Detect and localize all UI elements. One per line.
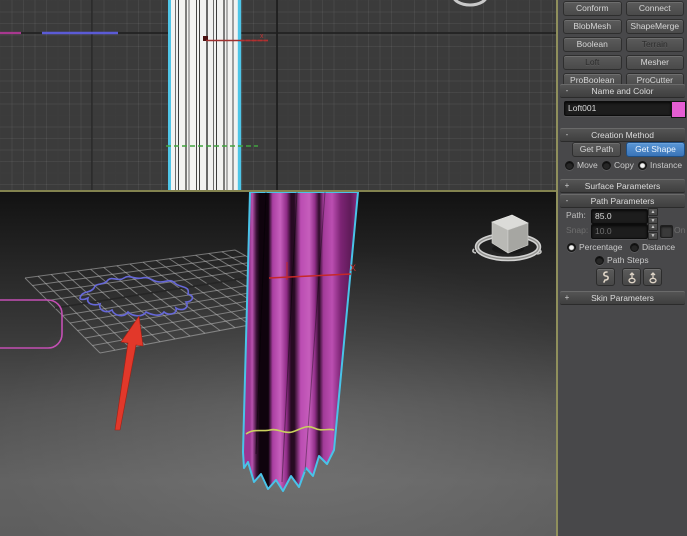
spinner-up-icon[interactable]: ▲ [648,208,658,216]
path-spinner[interactable]: ▲▼ [648,208,658,223]
radio-label: Distance [642,242,675,252]
rollout-title: Skin Parameters [591,293,654,303]
previous-shape-icon [626,270,638,284]
radio-dot [630,243,639,252]
loft-column-perspective[interactable] [243,192,358,491]
terrain-button[interactable]: Terrain [626,37,685,52]
blobmesh-button[interactable]: BlobMesh [563,19,622,34]
radio-label: Move [577,160,598,170]
path-label: Path: [566,209,586,222]
rollout-surface-parameters[interactable]: + Surface Parameters [560,179,685,193]
radio-label: Copy [614,160,634,170]
rollout-title: Creation Method [591,130,654,140]
rollout-skin-parameters[interactable]: + Skin Parameters [560,291,685,305]
compound-object-buttons: Conform Connect BlobMesh ShapeMerge Bool… [563,1,684,88]
radio-dot [567,243,576,252]
spinner-down-icon[interactable]: ▼ [648,232,658,240]
rollout-creation-method[interactable]: - Creation Method [560,128,685,142]
object-name-field[interactable]: Loft001 [564,101,672,116]
pick-shape-button[interactable] [596,268,615,286]
connect-button[interactable]: Connect [626,1,685,16]
rollout-title: Surface Parameters [585,181,661,191]
mesher-button[interactable]: Mesher [626,55,685,70]
radio-label: Path Steps [607,255,649,265]
radio-dot [638,161,647,170]
radio-label: Percentage [579,242,622,252]
loft-button[interactable]: Loft [563,55,622,70]
axis-x-label-perspective: X [350,263,356,273]
viewport-perspective[interactable]: X [0,192,556,536]
loft-column-front[interactable] [169,0,240,190]
expand-icon: + [563,182,571,190]
path-value-field[interactable]: 85.0 [591,209,648,224]
collapse-icon: - [563,131,571,139]
snap-label: Snap: [566,224,588,237]
rollout-name-and-color[interactable]: - Name and Color [560,84,685,98]
axis-x-label-front: x [260,33,264,40]
radio-percentage[interactable]: Percentage [567,241,622,253]
radio-dot [595,256,604,265]
get-path-button[interactable]: Get Path [572,142,621,157]
object-color-swatch[interactable] [671,101,686,118]
expand-icon: + [563,294,571,302]
perspective-scene: X [0,192,556,536]
collapse-icon: - [563,87,571,95]
radio-copy[interactable]: Copy [602,159,634,171]
snap-on-checkbox[interactable] [660,225,673,238]
front-viewport-scene: x [0,0,557,190]
shapemerge-button[interactable]: ShapeMerge [626,19,685,34]
rollout-path-parameters[interactable]: - Path Parameters [560,194,685,208]
previous-shape-button[interactable] [622,268,641,286]
clipped-viewcube-ring[interactable] [453,0,487,5]
command-panel: Conform Connect BlobMesh ShapeMerge Bool… [558,0,687,536]
snap-value-field[interactable]: 10.0 [591,224,648,239]
rollout-title: Name and Color [592,86,654,96]
boolean-button[interactable]: Boolean [563,37,622,52]
rect-spline[interactable] [0,300,62,348]
on-label: On [674,224,685,237]
viewcube-gizmo[interactable] [473,215,541,259]
radio-dot [565,161,574,170]
pick-shape-icon [600,270,612,284]
radio-label: Instance [650,160,682,170]
3ds-max-window: x [0,0,687,536]
rollout-title: Path Parameters [591,196,655,206]
annotation-arrow [115,316,143,430]
spinner-up-icon[interactable]: ▲ [648,223,658,231]
radio-path-steps[interactable]: Path Steps [595,254,649,266]
radio-instance[interactable]: Instance [638,159,682,171]
next-shape-icon [647,270,659,284]
radio-dot [602,161,611,170]
snap-spinner[interactable]: ▲▼ [648,223,658,238]
conform-button[interactable]: Conform [563,1,622,16]
collapse-icon: - [563,197,571,205]
radio-move[interactable]: Move [565,159,598,171]
next-shape-button[interactable] [643,268,662,286]
viewport-front[interactable]: x [0,0,557,190]
radio-distance[interactable]: Distance [630,241,675,253]
get-shape-button[interactable]: Get Shape [626,142,685,157]
